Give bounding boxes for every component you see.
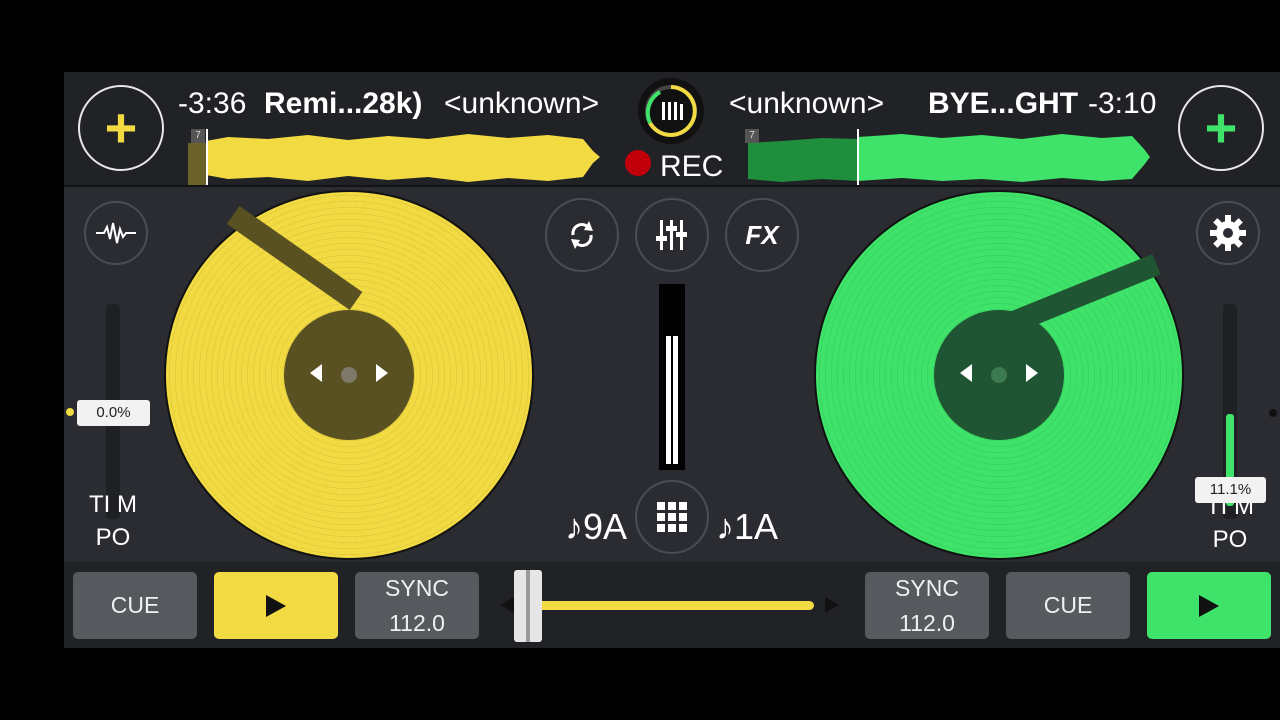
level-meter [659, 284, 685, 470]
deck-b-pitch-left-icon[interactable] [960, 364, 972, 382]
crossfader-track [524, 601, 814, 610]
deck-b-platter[interactable] [814, 190, 1184, 560]
deck-a-track-artist: <unknown> [444, 87, 600, 120]
library-icon [645, 85, 697, 137]
deck-a-pitch-right-icon[interactable] [376, 364, 388, 382]
fx-label: FX [745, 219, 779, 250]
deck-b-beat-marker: 7 [745, 129, 759, 143]
deck-a-tempo-dot-icon [66, 408, 74, 416]
crossfader-handle-line [526, 570, 530, 642]
deck-a-play-button[interactable] [214, 572, 338, 639]
plus-icon: + [104, 96, 138, 159]
deck-a-beat-marker: 7 [191, 129, 205, 143]
deck-b-tempo-value[interactable]: 11.1% [1195, 477, 1266, 503]
mixer-button[interactable] [635, 198, 709, 272]
deck-b-sync-label: SYNC [895, 575, 959, 601]
crossfader-right-icon [825, 597, 839, 613]
deck-b-waveform[interactable]: 7 [742, 129, 1152, 185]
deck-b-sync-button[interactable]: SYNC 112.0 [865, 572, 989, 639]
deck-b-tempo-label-line2: PO [1212, 526, 1248, 553]
deck-a-add-track-button[interactable]: + [78, 85, 164, 171]
deck-a-spindle [341, 367, 357, 383]
deck-a-pitch-left-icon[interactable] [310, 364, 322, 382]
deck-b-bpm: 112.0 [899, 609, 955, 636]
gear-icon [1210, 215, 1246, 251]
deck-b-spindle [991, 367, 1007, 383]
deck-a-cue-button[interactable]: CUE [73, 572, 197, 639]
deck-a-tempo-label-line1: TI M [89, 491, 137, 518]
deck-b-add-track-button[interactable]: + [1178, 85, 1264, 171]
deck-a-cue-label: CUE [110, 592, 160, 619]
loop-button[interactable] [545, 198, 619, 272]
deck-b-pitch-right-icon[interactable] [1026, 364, 1038, 382]
deck-a-sync-label: SYNC [385, 575, 449, 601]
fx-button[interactable]: FX [725, 198, 799, 272]
crossfader-handle[interactable] [514, 570, 542, 642]
deck-a-time-remaining: -3:36 [178, 87, 247, 120]
deck-a-tempo-label: TI M PO [80, 488, 146, 554]
mixer-sliders-icon [656, 220, 687, 250]
level-meter-right [673, 336, 678, 464]
deck-a-sync-button[interactable]: SYNC 112.0 [355, 572, 479, 639]
library-button[interactable] [638, 78, 704, 144]
waveform-toggle-button[interactable] [84, 201, 148, 265]
deck-a-bpm: 112.0 [389, 609, 445, 636]
deck-b-platter-label [934, 310, 1064, 440]
deck-b-cue-label: CUE [1043, 592, 1093, 619]
deck-b-time-remaining: -3:10 [1088, 87, 1157, 120]
deck-a-tempo-label-line2: PO [95, 524, 131, 551]
grid-icon [657, 502, 687, 532]
deck-a-waveform[interactable]: 7 [188, 129, 604, 185]
loop-icon [571, 221, 593, 249]
deck-a-waveform-graphic [188, 129, 600, 185]
deck-a-tonearm-mark [226, 205, 363, 311]
bottom-bar: CUE SYNC 112.0 SYNC 112.0 CUE [64, 562, 1280, 648]
dj-app: + -3:36 Remi...28k) <unknown> 7 REC <unk… [64, 72, 1280, 648]
deck-b-key: ♪1A [716, 506, 779, 547]
deck-a-platter[interactable] [164, 190, 534, 560]
deck-a-track-title: Remi...28k) [264, 87, 423, 120]
deck-b-tempo-dot-icon [1269, 409, 1277, 417]
deck-a-platter-label [284, 310, 414, 440]
plus-icon: + [1204, 96, 1238, 159]
level-meter-left [666, 336, 671, 464]
record-indicator-icon[interactable] [625, 150, 651, 176]
grid-pads-button[interactable] [635, 480, 709, 554]
deck-a-key: ♪9A [565, 506, 628, 547]
play-icon [1199, 594, 1219, 617]
deck-b-track-title: BYE...GHT [928, 87, 1079, 120]
deck-b-waveform-graphic [748, 129, 1150, 185]
waveform-icon [96, 222, 136, 244]
deck-b-cue-button[interactable]: CUE [1006, 572, 1130, 639]
crossfader-left-icon [500, 597, 514, 613]
record-label[interactable]: REC [660, 152, 723, 182]
crossfader[interactable] [500, 570, 845, 642]
deck-b-track-artist: <unknown> [729, 87, 885, 120]
settings-button[interactable] [1196, 201, 1260, 265]
deck-a-tempo-value[interactable]: 0.0% [77, 400, 150, 426]
deck-b-play-button[interactable] [1147, 572, 1271, 639]
top-bar: + -3:36 Remi...28k) <unknown> 7 REC <unk… [64, 72, 1280, 187]
play-icon [266, 594, 286, 617]
